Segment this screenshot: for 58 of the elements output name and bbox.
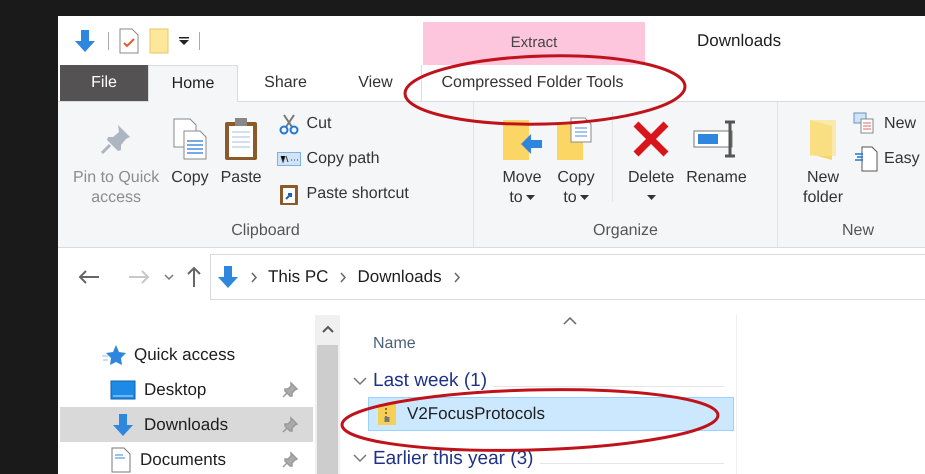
column-header[interactable]: Name [345,315,565,361]
up-arrow-icon [186,266,202,288]
clipboard-icon [223,116,260,162]
group-header[interactable]: Last week (1) [373,366,488,396]
sort-ascending-icon [563,317,577,325]
document-lines-icon [854,146,878,172]
scrollbar[interactable] [315,315,340,474]
ribbon-tab[interactable]: View [333,65,418,101]
ribbon-group-label: Clipboard [230,221,301,241]
download-arrow-icon [215,264,241,290]
ribbon-tab[interactable]: File [60,65,148,101]
ribbon-group-label: Organize [592,221,659,241]
ribbon-button[interactable]: New [854,108,920,139]
ribbon-tab[interactable]: Compressed Folder Tools [421,65,643,101]
chevron-down-icon [164,273,174,281]
properties-icon [119,28,139,54]
ribbon-button[interactable]: Cut [276,108,409,139]
file-row[interactable]: V2FocusProtocols [368,397,734,431]
pin-icon [281,450,299,468]
chevron-right-icon [251,272,258,282]
breadcrumb-link[interactable]: This PC [268,264,328,290]
window-title: Downloads [697,30,782,52]
folder-icon [149,28,169,54]
ribbon-button[interactable]: Rename [681,108,752,188]
chevron-right-icon [454,272,461,282]
ribbon-button[interactable]: Delete [623,108,680,208]
star-icon [102,344,126,366]
ribbon-tab[interactable]: Home [148,65,238,102]
pin-icon [281,416,299,434]
copy-icon [172,117,208,161]
desktop-icon [110,380,136,400]
ribbon-button[interactable]: Copy path [276,143,409,174]
scrollbar-thumb[interactable] [317,345,338,474]
nav-pane-item[interactable]: Documents [60,442,313,474]
address-bar[interactable]: This PC Downloads [210,254,925,300]
ribbon-button[interactable]: Paste shortcut [276,178,409,209]
scroll-up-icon [322,325,334,333]
customize-menu-icon [179,36,189,46]
nav-pane-item[interactable]: Desktop [60,372,313,407]
pin-icon [281,380,299,398]
ribbon-tab[interactable]: Share [238,65,333,101]
nav-pane-item[interactable]: Downloads [60,407,313,442]
ribbon-button[interactable]: Move to [496,108,548,208]
ribbon-button[interactable]: Paste [216,108,267,188]
ribbon-button[interactable]: Copy to [550,108,602,208]
download-arrow-icon [72,28,98,54]
download-arrow-icon [110,412,136,438]
chevron-right-icon [340,272,348,282]
ribbon-group-label: New [840,221,875,241]
path-icon [276,152,301,166]
nav-pane-item[interactable]: Quick access [60,337,313,372]
breadcrumb-link[interactable]: Downloads [357,264,442,290]
ribbon-button[interactable]: Easy [854,143,920,174]
contextual-tab-label: Extract [510,33,558,54]
scissors-icon [278,112,300,134]
delete-icon [631,119,672,159]
ribbon-button[interactable]: Copy [166,108,214,188]
ribbon-button[interactable]: New folder [798,108,848,208]
